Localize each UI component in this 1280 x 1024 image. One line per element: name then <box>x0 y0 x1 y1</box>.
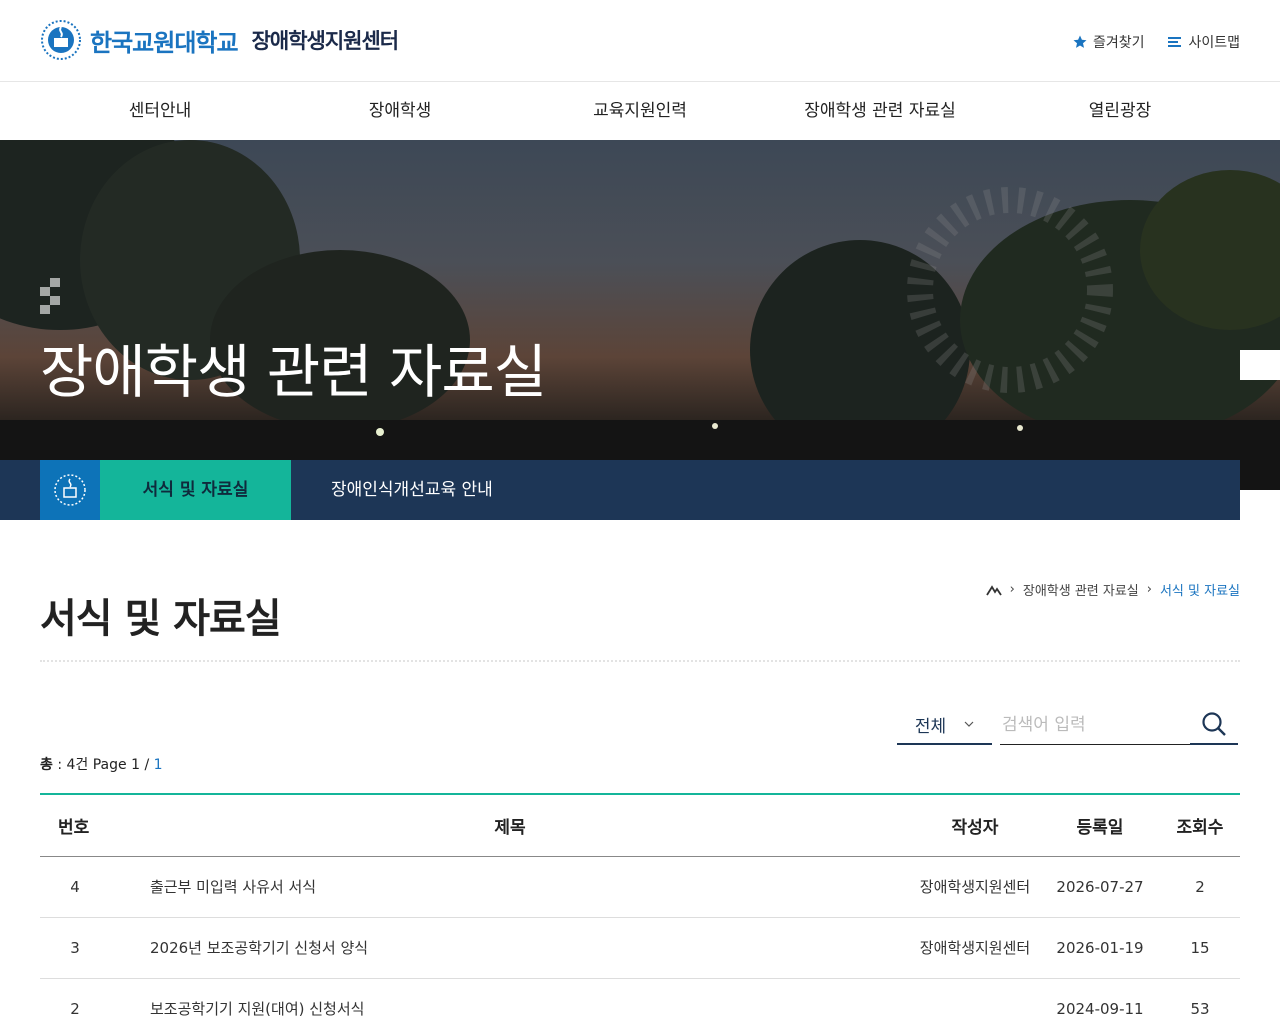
row-number: 4 <box>40 856 110 918</box>
column-header-views: 조회수 <box>1160 794 1240 857</box>
bookmark-link[interactable]: 즐겨찾기 <box>1073 32 1145 52</box>
total-page-link[interactable]: 1 <box>154 757 163 773</box>
row-title-link[interactable]: 2026년 보조공학기기 신청서 양식 <box>110 917 910 979</box>
banner-title: 장애학생 관련 자료실 <box>40 338 547 406</box>
gnb-item-students[interactable]: 장애학생 <box>280 82 520 140</box>
row-author <box>910 978 1040 1024</box>
university-emblem-icon <box>41 20 81 60</box>
home-icon[interactable] <box>985 584 1002 596</box>
emblem-icon <box>54 474 86 506</box>
tab-forms-resources[interactable]: 서식 및 자료실 <box>100 460 291 520</box>
banner-corner <box>1240 350 1280 380</box>
row-title-link[interactable]: 보조공학기기 지원(대여) 신청서식 <box>110 978 910 1024</box>
gnb-item-resources[interactable]: 장애학생 관련 자료실 <box>760 82 1000 140</box>
total-count: 총 : 4건 Page 1 / 1 <box>40 754 163 774</box>
sitemap-link[interactable]: 사이트맵 <box>1168 32 1240 52</box>
row-views: 53 <box>1160 978 1240 1024</box>
tab-awareness-education[interactable]: 장애인식개선교육 안내 <box>291 460 533 520</box>
column-header-number: 번호 <box>40 794 110 857</box>
utility-menu: 즐겨찾기 사이트맵 <box>1073 32 1240 52</box>
gnb-item-center-info[interactable]: 센터안내 <box>40 82 280 140</box>
site-header: 한국교원대학교 장애학생지원센터 즐겨찾기 사이트맵 <box>0 0 1280 82</box>
row-views: 2 <box>1160 856 1240 918</box>
row-number: 2 <box>40 978 110 1024</box>
page-title: 서식 및 자료실 <box>40 596 282 642</box>
row-views: 15 <box>1160 917 1240 979</box>
search-category-value: 전체 <box>914 716 947 737</box>
chevron-down-icon <box>964 721 974 727</box>
row-number: 3 <box>40 917 110 979</box>
chevron-right-icon: › <box>1146 582 1152 597</box>
sub-navigation: 서식 및 자료실 장애인식개선교육 안내 <box>0 460 1240 520</box>
total-count-text: : 4건 Page 1 / <box>57 757 150 773</box>
row-date: 2024-09-11 <box>1040 978 1160 1024</box>
search-bar: 전체 <box>897 705 1238 745</box>
banner-scenery <box>0 140 1280 490</box>
site-logo[interactable]: 한국교원대학교 장애학생지원센터 <box>38 18 400 62</box>
search-button[interactable] <box>1190 705 1238 745</box>
search-category-select[interactable]: 전체 <box>897 705 992 745</box>
table-header-row: 번호 제목 작성자 등록일 조회수 <box>40 794 1240 857</box>
sitemap-label: 사이트맵 <box>1188 35 1240 51</box>
menu-icon <box>1168 37 1182 47</box>
chevron-right-icon: › <box>1009 582 1015 597</box>
table-row[interactable]: 2 보조공학기기 지원(대여) 신청서식 2024-09-11 53 <box>40 978 1240 1024</box>
gnb-item-support-staff[interactable]: 교육지원인력 <box>520 82 760 140</box>
star-icon <box>1073 35 1087 48</box>
decorative-checker-icon <box>40 278 60 314</box>
row-date: 2026-07-27 <box>1040 856 1160 918</box>
title-divider <box>40 660 1240 662</box>
search-icon <box>1202 712 1226 736</box>
search-input[interactable] <box>1000 705 1190 745</box>
center-name: 장애학생지원센터 <box>251 29 400 53</box>
column-header-author: 작성자 <box>910 794 1040 857</box>
row-author: 장애학생지원센터 <box>910 917 1040 979</box>
row-author: 장애학생지원센터 <box>910 856 1040 918</box>
table-row[interactable]: 3 2026년 보조공학기기 신청서 양식 장애학생지원센터 2026-01-1… <box>40 917 1240 979</box>
table-row[interactable]: 4 출근부 미입력 사유서 서식 장애학생지원센터 2026-07-27 2 <box>40 856 1240 918</box>
total-label: 총 <box>40 757 53 773</box>
bookmark-label: 즐겨찾기 <box>1092 35 1145 51</box>
row-date: 2026-01-19 <box>1040 917 1160 979</box>
board-table: 번호 제목 작성자 등록일 조회수 4 출근부 미입력 사유서 서식 장애학생지… <box>40 793 1240 1024</box>
subnav-home-button[interactable] <box>40 460 100 520</box>
breadcrumb-item-resources[interactable]: 장애학생 관련 자료실 <box>1023 580 1139 599</box>
university-name: 한국교원대학교 <box>90 28 239 57</box>
row-title-link[interactable]: 출근부 미입력 사유서 서식 <box>110 856 910 918</box>
column-header-title: 제목 <box>110 794 910 857</box>
gnb-item-open-forum[interactable]: 열린광장 <box>1000 82 1240 140</box>
breadcrumb-item-current[interactable]: 서식 및 자료실 <box>1160 580 1240 599</box>
breadcrumb: › 장애학생 관련 자료실 › 서식 및 자료실 <box>985 580 1240 599</box>
column-header-date: 등록일 <box>1040 794 1160 857</box>
main-navigation: 센터안내 장애학생 교육지원인력 장애학생 관련 자료실 열린광장 <box>40 82 1240 140</box>
hero-banner: 장애학생 관련 자료실 <box>0 140 1280 490</box>
